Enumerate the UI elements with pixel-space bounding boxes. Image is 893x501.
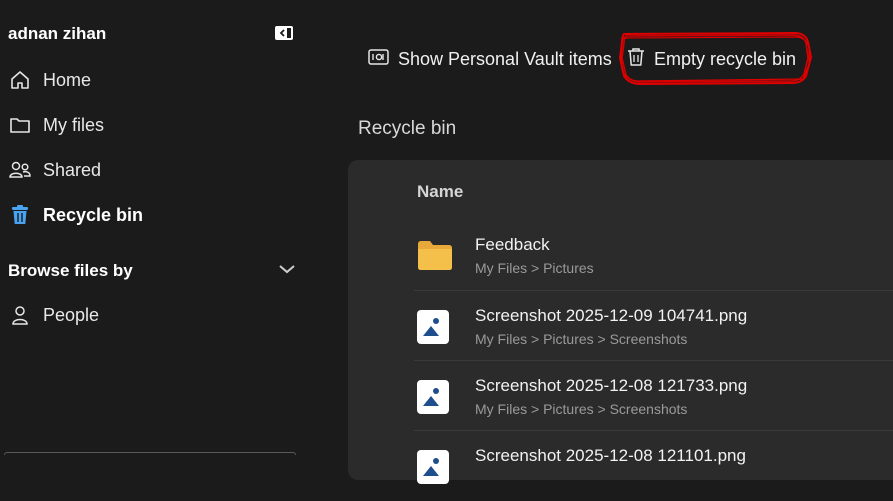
sidebar-item-recycle-bin[interactable]: Recycle bin	[0, 197, 300, 233]
sidebar-item-shared[interactable]: Shared	[0, 152, 300, 188]
chevron-down-icon	[278, 262, 296, 280]
file-name: Feedback	[475, 235, 550, 254]
files-panel: Name Feedback My Files > Pictures Screen…	[348, 160, 893, 484]
sidebar-item-label: Home	[43, 69, 92, 90]
user-name[interactable]: adnan zihan	[8, 24, 106, 44]
page-title: Recycle bin	[358, 118, 457, 139]
sidebar: adnan zihan Home My files Shared Recycle…	[0, 0, 310, 456]
sidebar-item-home[interactable]: Home	[0, 62, 300, 98]
list-item[interactable]: Screenshot 2025-12-08 121101.png	[414, 430, 893, 501]
list-item[interactable]: Screenshot 2025-12-09 104741.png My File…	[414, 290, 893, 361]
vault-icon	[368, 48, 389, 70]
collapse-sidebar-icon[interactable]	[274, 25, 294, 41]
empty-recycle-bin-label: Empty recycle bin	[654, 48, 797, 69]
people-icon	[8, 158, 32, 182]
person-icon	[8, 303, 32, 327]
home-icon	[8, 68, 32, 92]
browse-files-by-toggle[interactable]: Browse files by	[8, 258, 296, 284]
folder-icon	[416, 238, 452, 274]
image-file-icon	[416, 379, 452, 415]
show-personal-vault-label: Show Personal Vault items	[398, 48, 612, 69]
file-name: Screenshot 2025-12-08 121101.png	[475, 446, 746, 465]
column-header-name[interactable]: Name	[417, 182, 463, 202]
show-personal-vault-button[interactable]: Show Personal Vault items	[368, 44, 612, 74]
list-item[interactable]: Screenshot 2025-12-08 121733.png My File…	[414, 360, 893, 431]
file-name: Screenshot 2025-12-08 121733.png	[475, 376, 748, 395]
file-path: My Files > Pictures > Screenshots	[475, 401, 688, 417]
file-path: My Files > Pictures	[475, 260, 594, 276]
file-name: Screenshot 2025-12-09 104741.png	[475, 306, 748, 325]
trash-icon	[627, 47, 645, 72]
sidebar-bottom-card-edge	[4, 452, 296, 455]
trash-icon	[8, 203, 32, 227]
empty-recycle-bin-button[interactable]: Empty recycle bin	[627, 44, 796, 74]
browse-files-by-label: Browse files by	[8, 261, 133, 280]
sidebar-item-label: People	[43, 304, 100, 325]
file-path: My Files > Pictures > Screenshots	[475, 331, 688, 347]
list-item[interactable]: Feedback My Files > Pictures	[414, 220, 893, 290]
sidebar-item-label: My files	[43, 114, 105, 135]
image-file-icon	[416, 449, 452, 485]
image-file-icon	[416, 309, 452, 345]
folder-icon	[8, 113, 32, 137]
sidebar-item-label: Recycle bin	[43, 204, 144, 225]
sidebar-item-label: Shared	[43, 159, 102, 180]
sidebar-item-people[interactable]: People	[0, 297, 300, 333]
sidebar-item-my-files[interactable]: My files	[0, 107, 300, 143]
